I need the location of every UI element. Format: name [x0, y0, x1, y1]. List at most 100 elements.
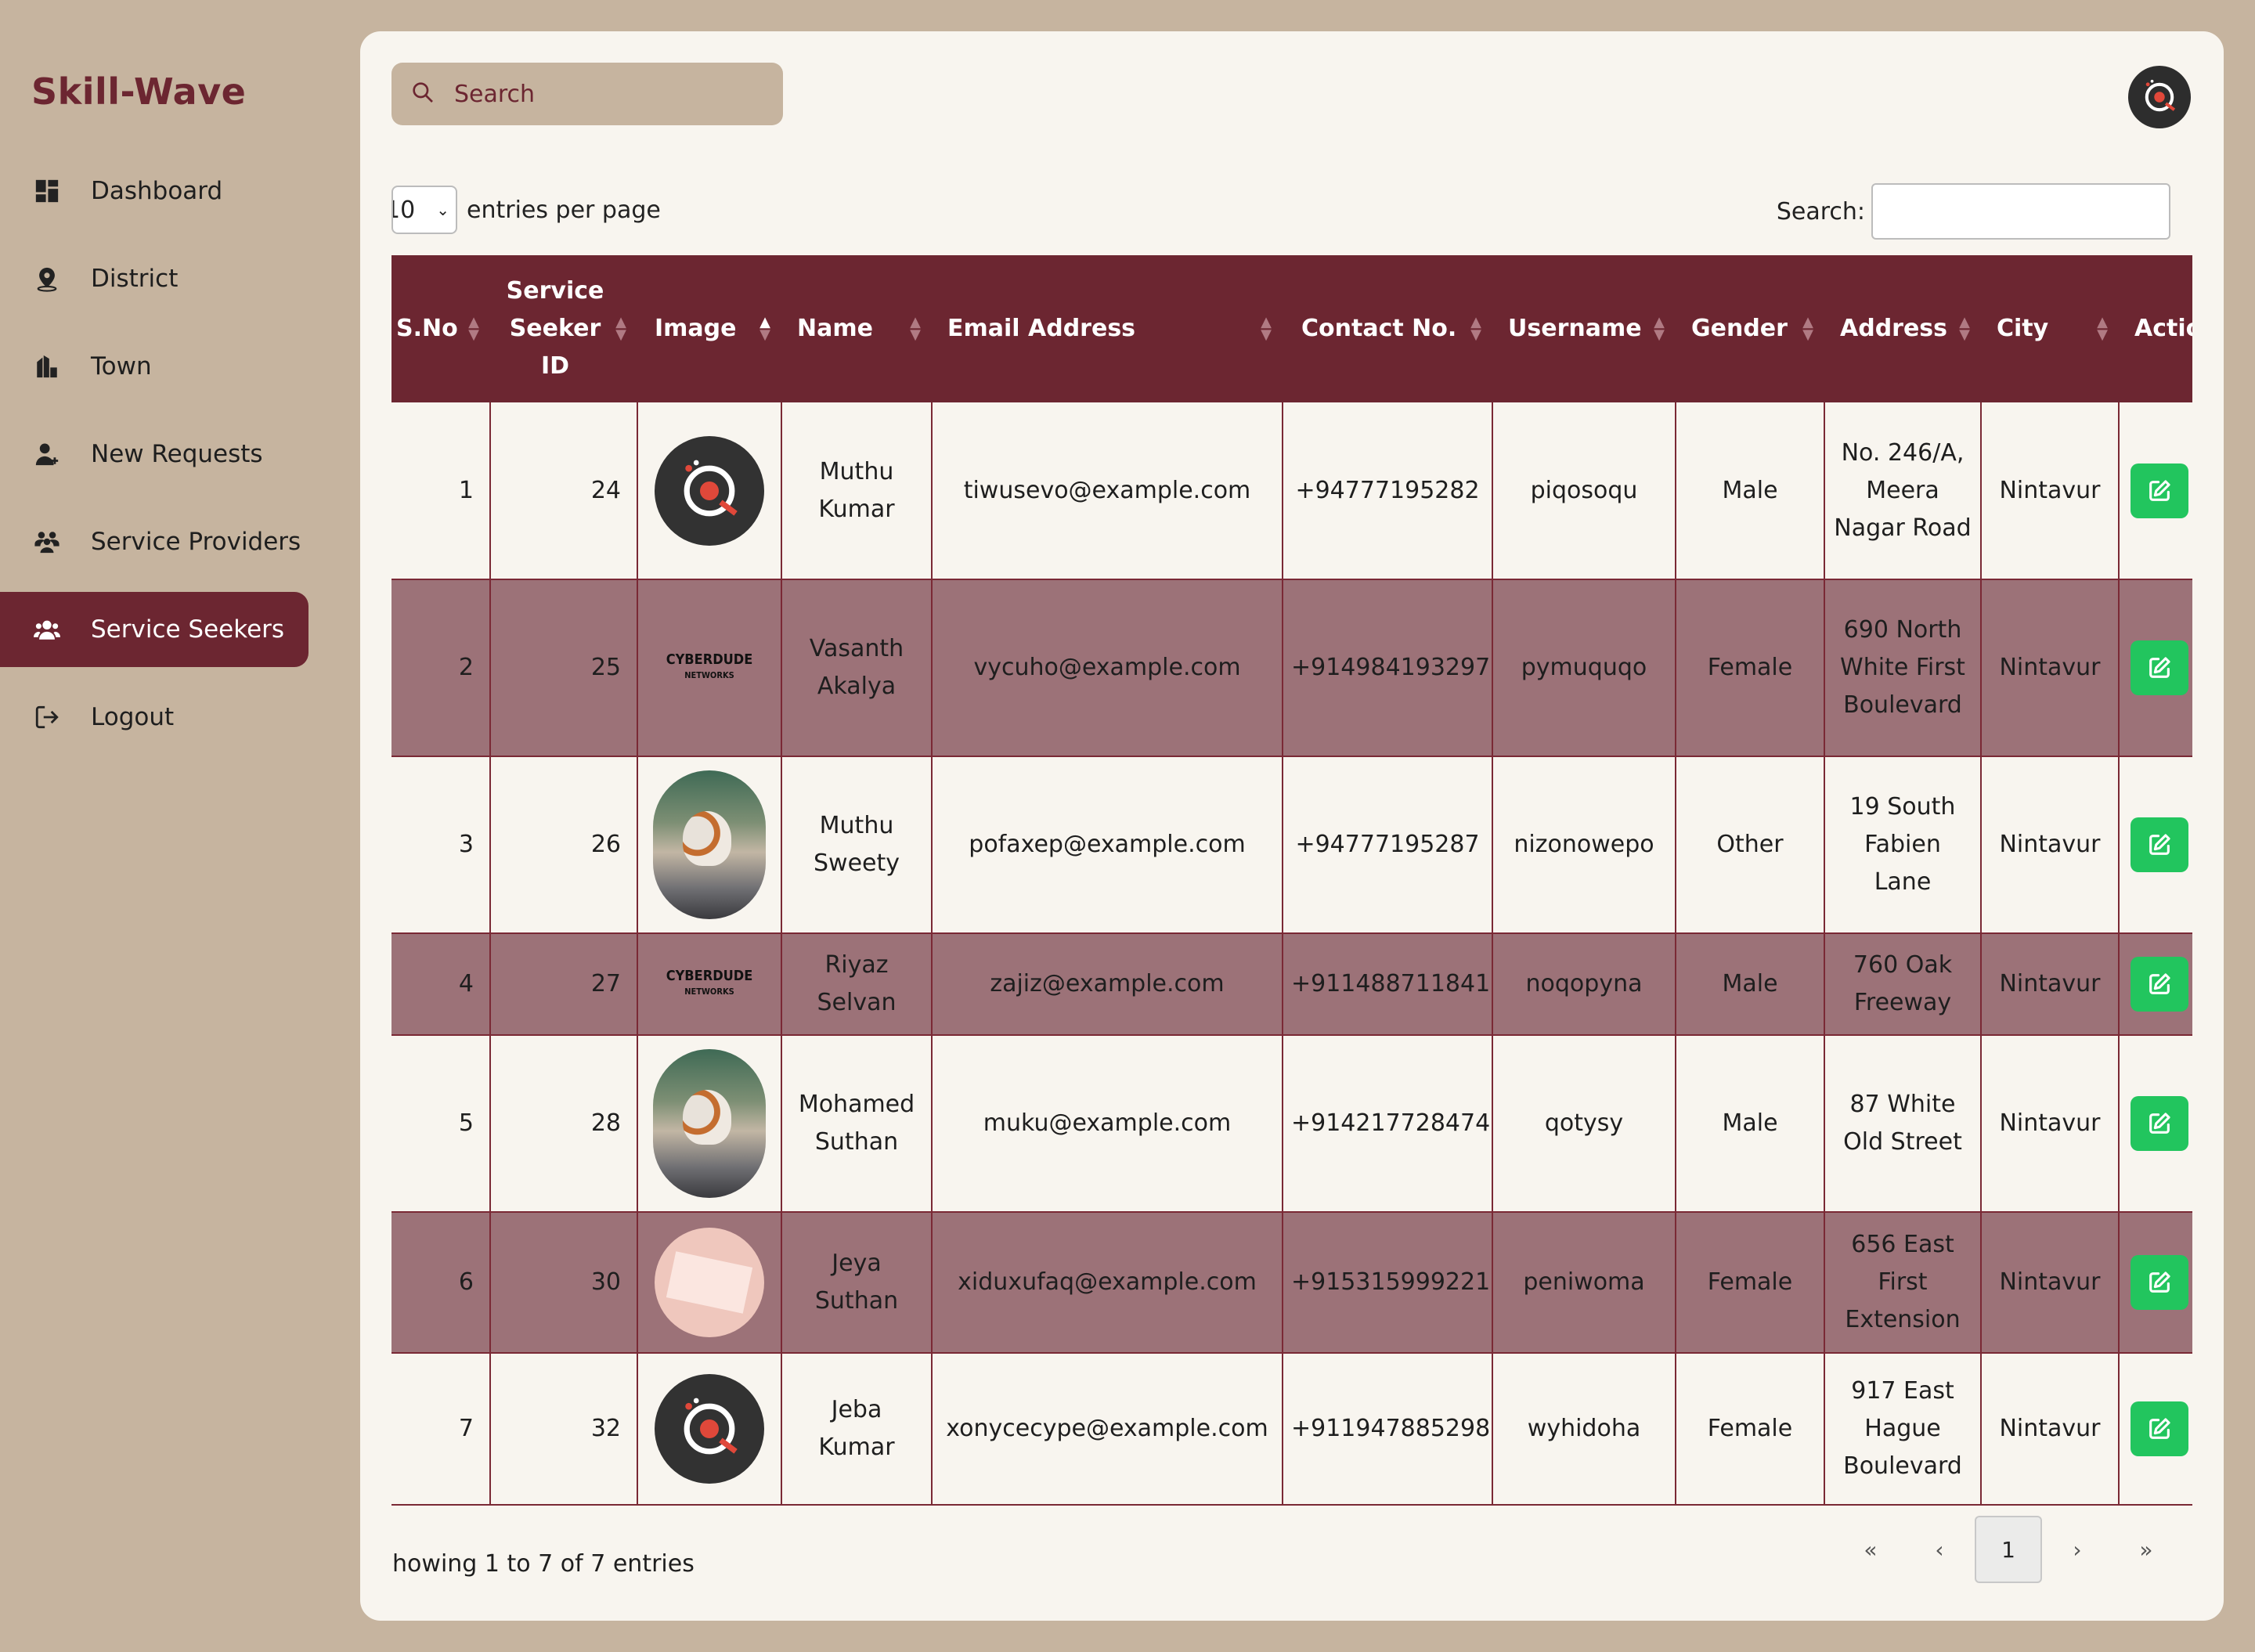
table-row: 4 27 CYBERDUDE NETWORKS Riyaz Selvan zajiz@ex… — [391, 933, 2192, 1035]
cell-sno: 2 — [391, 579, 491, 756]
cell-email: xiduxufaq@example.com — [932, 1212, 1283, 1353]
cell-action — [2119, 933, 2192, 1035]
cyberdude-logo-image: CYBERDUDE NETWORKS — [666, 968, 753, 997]
cell-city: Nintavur — [1981, 1212, 2120, 1353]
col-header-sno[interactable]: S.No ▲ ▼ — [391, 255, 490, 402]
cell-address: 690 North White First Boulevard — [1824, 579, 1982, 756]
entries-per-page: 10 ⌄ entries per page — [391, 186, 661, 234]
page-last-button[interactable]: » — [2112, 1516, 2180, 1583]
cell-name: Vasanth Akalya — [781, 579, 933, 756]
cell-id: 26 — [490, 756, 638, 933]
col-header-contact[interactable]: Contact No. ▲ ▼ — [1283, 255, 1492, 402]
brand-logo: Skill-Wave — [31, 70, 247, 113]
col-header-action: Action — [2119, 255, 2192, 402]
sort-icon: ▲ ▼ — [468, 314, 479, 343]
sidebar-item-label: New Requests — [91, 440, 263, 468]
cell-image — [637, 1035, 782, 1212]
edit-button[interactable] — [2131, 817, 2188, 872]
col-header-seeker-id[interactable]: Service Seeker ID ▲ ▼ — [490, 255, 637, 402]
edit-icon — [2149, 834, 2170, 855]
global-search[interactable] — [391, 63, 783, 125]
data-table-wrapper: S.No ▲ ▼ Service Seeker ID ▲ ▼ Image ▲ ▼ Name ▲… — [391, 255, 2192, 1531]
edit-icon — [2149, 1271, 2170, 1293]
edit-button[interactable] — [2131, 1401, 2188, 1456]
cell-email: tiwusevo@example.com — [932, 402, 1283, 579]
search-input[interactable] — [454, 80, 767, 108]
sidebar-item-new-requests[interactable]: New Requests — [0, 417, 308, 492]
cell-image — [637, 756, 782, 933]
edit-button[interactable] — [2131, 463, 2188, 518]
table-search-label: Search: — [1776, 197, 1865, 225]
edit-button[interactable] — [2131, 957, 2188, 1012]
page-next-button[interactable]: › — [2044, 1516, 2111, 1583]
sidebar-item-label: Service Seekers — [91, 615, 285, 644]
cell-name: Mohamed Suthan — [781, 1035, 933, 1212]
cell-sno: 6 — [391, 1212, 491, 1353]
sidebar-item-label: Dashboard — [91, 177, 223, 205]
cell-image: CYBERDUDE NETWORKS — [637, 579, 782, 756]
sidebar-item-district[interactable]: District — [0, 241, 308, 316]
sidebar-item-service-seekers[interactable]: Service Seekers — [0, 592, 308, 667]
cell-id: 30 — [490, 1212, 638, 1353]
col-header-image[interactable]: Image ▲ ▼ — [637, 255, 781, 402]
sort-icon: ▲ ▼ — [1654, 314, 1665, 343]
col-header-address[interactable]: Address ▲ ▼ — [1824, 255, 1981, 402]
table-row: 2 25 CYBERDUDE NETWORKS Vasanth Akalya vycuho… — [391, 579, 2192, 756]
cell-username: nizonowepo — [1492, 756, 1676, 933]
cell-city: Nintavur — [1981, 1035, 2120, 1212]
cell-username: pymuquqo — [1492, 579, 1676, 756]
cell-action — [2119, 1212, 2192, 1353]
cell-email: pofaxep@example.com — [932, 756, 1283, 933]
col-header-email[interactable]: Email Address ▲ ▼ — [932, 255, 1283, 402]
cell-email: vycuho@example.com — [932, 579, 1283, 756]
page-1-button[interactable]: 1 — [1975, 1516, 2042, 1583]
table-search-input[interactable] — [1871, 183, 2170, 240]
edit-button[interactable] — [2131, 1255, 2188, 1310]
cell-image — [637, 1353, 782, 1505]
cell-city: Nintavur — [1981, 933, 2120, 1035]
sidebar-item-label: District — [91, 265, 179, 293]
cell-address: 760 Oak Freeway — [1824, 933, 1982, 1035]
sidebar-item-label: Town — [91, 352, 152, 381]
page-prev-button[interactable]: ‹ — [1906, 1516, 1973, 1583]
profile-photo-image — [653, 770, 766, 919]
cell-sno: 3 — [391, 756, 491, 933]
edit-button[interactable] — [2131, 1096, 2188, 1151]
col-header-city[interactable]: City ▲ ▼ — [1981, 255, 2119, 402]
table-row: 5 28 Mohamed Suthan muku@example.com +914217… — [391, 1035, 2192, 1212]
cell-contact: +915315999221 — [1283, 1212, 1493, 1353]
sort-icon: ▲ ▼ — [1802, 314, 1813, 343]
sidebar-item-dashboard[interactable]: Dashboard — [0, 153, 308, 229]
table-header-row: S.No ▲ ▼ Service Seeker ID ▲ ▼ Image ▲ ▼ Name ▲… — [391, 255, 2192, 402]
pagination: « ‹ 1 › » — [1835, 1516, 2180, 1583]
edit-button[interactable] — [2131, 640, 2188, 695]
user-plus-icon — [33, 440, 61, 468]
cell-city: Nintavur — [1981, 402, 2120, 579]
page-first-button[interactable]: « — [1837, 1516, 1904, 1583]
col-header-username[interactable]: Username ▲ ▼ — [1492, 255, 1676, 402]
table-row: 7 32 Jeba Kumar xonycecype@example.com +9119… — [391, 1353, 2192, 1505]
cell-gender: Female — [1676, 1353, 1825, 1505]
cell-action — [2119, 756, 2192, 933]
sidebar-item-service-providers[interactable]: Service Providers — [0, 504, 308, 579]
col-header-gender[interactable]: Gender ▲ ▼ — [1676, 255, 1824, 402]
sidebar-item-logout[interactable]: Logout — [0, 680, 308, 755]
entries-select[interactable]: 10 ⌄ — [391, 186, 457, 234]
service-seekers-table: S.No ▲ ▼ Service Seeker ID ▲ ▼ Image ▲ ▼ Name ▲… — [391, 255, 2192, 1506]
main-panel: 10 ⌄ entries per page Search: S.No▲▼ Ser… — [360, 31, 2224, 1621]
cell-sno: 1 — [391, 402, 491, 579]
sidebar-item-town[interactable]: Town — [0, 329, 308, 404]
cell-username: noqopyna — [1492, 933, 1676, 1035]
cell-contact: +914984193297 — [1283, 579, 1493, 756]
city-icon — [33, 352, 61, 381]
cell-action — [2119, 1353, 2192, 1505]
col-header-name[interactable]: Name ▲ ▼ — [781, 255, 932, 402]
users-group-icon — [33, 528, 61, 556]
cell-sno: 5 — [391, 1035, 491, 1212]
cell-gender: Other — [1676, 756, 1825, 933]
table-info: Showing 1 to 7 of 7 entries — [391, 1550, 695, 1578]
users-icon — [33, 615, 61, 644]
avatar[interactable] — [2128, 66, 2191, 128]
cell-id: 28 — [490, 1035, 638, 1212]
sort-icon: ▲ ▼ — [615, 314, 626, 343]
